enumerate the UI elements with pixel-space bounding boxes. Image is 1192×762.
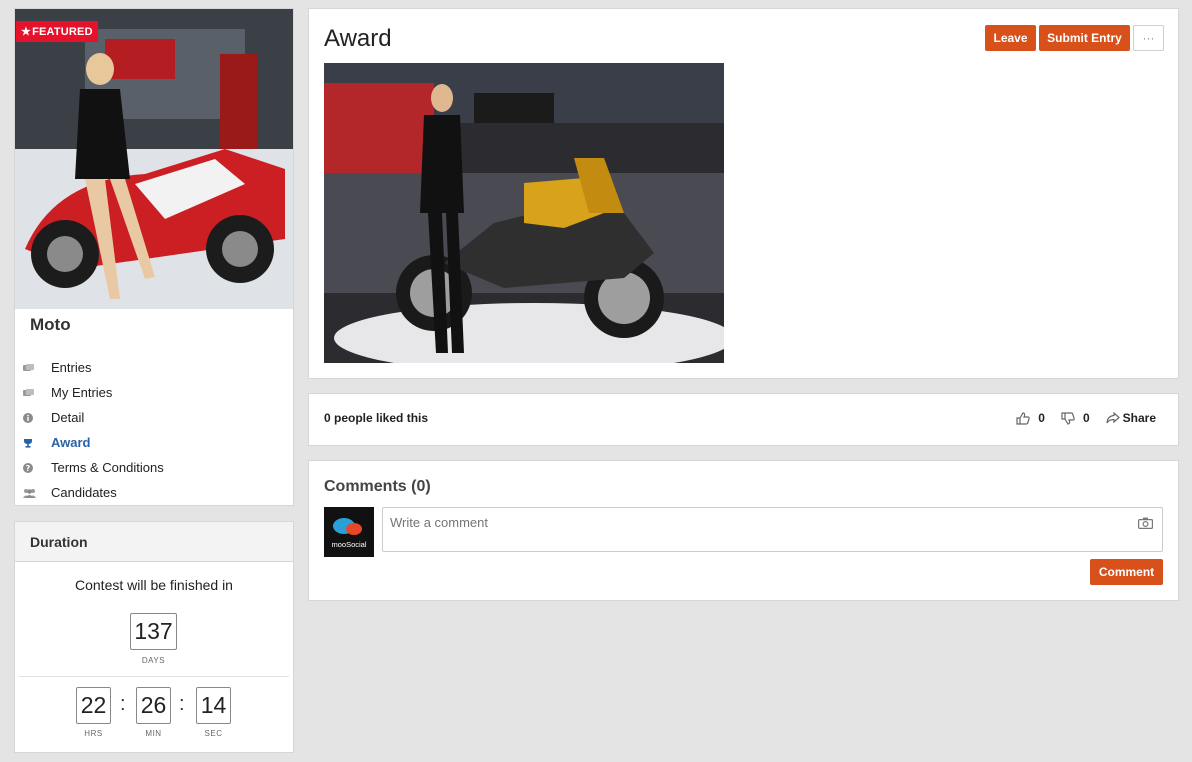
seconds-label: SEC (204, 729, 223, 738)
award-card: Award Leave Submit Entry ··· (308, 8, 1179, 379)
more-options-button[interactable]: ··· (1133, 25, 1164, 51)
contest-menu: Entries My Entries Detail Award ? Terms … (15, 355, 293, 505)
entries-icon (23, 363, 51, 372)
thumbs-up-icon[interactable] (1016, 411, 1030, 425)
minutes-counter: 26 (136, 687, 171, 724)
duration-card: Duration Contest will be finished in 137… (14, 521, 294, 753)
leave-button[interactable]: Leave (985, 25, 1036, 51)
comment-input[interactable] (382, 507, 1163, 552)
time-separator: : (179, 693, 185, 715)
svg-text:?: ? (26, 464, 31, 473)
comment-submit-button[interactable]: Comment (1090, 559, 1163, 585)
like-bar: 0 people liked this 0 0 Share (308, 393, 1179, 446)
menu-item-detail[interactable]: Detail (15, 405, 293, 430)
my-entries-icon (23, 388, 51, 397)
featured-badge: ★FEATURED (16, 21, 98, 42)
contest-card: ★FEATURED Moto Entries My Entries Detail… (14, 8, 294, 506)
time-separator: : (120, 693, 126, 715)
avatar[interactable]: mooSocial (324, 507, 374, 557)
hours-counter: 22 (76, 687, 111, 724)
menu-item-my-entries[interactable]: My Entries (15, 380, 293, 405)
award-photo[interactable] (324, 63, 724, 363)
thumbs-down-icon[interactable] (1061, 411, 1075, 425)
users-icon (23, 488, 51, 498)
star-icon: ★ (21, 26, 32, 38)
menu-item-candidates[interactable]: Candidates (15, 480, 293, 505)
reaction-actions: 0 0 Share (1016, 411, 1156, 425)
page-title: Award (324, 25, 392, 52)
contest-cover-image[interactable]: ★FEATURED (15, 9, 293, 309)
question-icon: ? (23, 462, 51, 473)
menu-item-terms[interactable]: ? Terms & Conditions (15, 455, 293, 480)
comments-title: Comments (0) (324, 478, 431, 495)
dislike-count: 0 (1082, 411, 1090, 425)
contest-title: Moto (30, 315, 71, 334)
menu-item-award[interactable]: Award (15, 430, 293, 455)
duration-header: Duration (15, 522, 293, 562)
menu-item-entries[interactable]: Entries (15, 355, 293, 380)
duration-text: Contest will be finished in (75, 577, 233, 593)
share-button[interactable]: Share (1106, 411, 1156, 425)
camera-icon[interactable] (1138, 516, 1154, 534)
trophy-icon (23, 438, 51, 448)
minutes-label: MIN (145, 729, 162, 738)
hours-label: HRS (84, 729, 103, 738)
like-count: 0 (1038, 411, 1045, 425)
likes-summary[interactable]: 0 people liked this (324, 411, 428, 425)
info-icon (23, 412, 51, 423)
share-icon (1106, 412, 1120, 424)
avatar-text: mooSocial (331, 540, 366, 549)
comments-card: Comments (0) mooSocial Comment (308, 460, 1179, 601)
days-label: DAYS (141, 656, 166, 665)
seconds-counter: 14 (196, 687, 231, 724)
ellipsis-icon: ··· (1142, 31, 1155, 45)
divider (19, 676, 289, 677)
submit-entry-button[interactable]: Submit Entry (1039, 25, 1130, 51)
days-counter: 137 (130, 613, 177, 650)
